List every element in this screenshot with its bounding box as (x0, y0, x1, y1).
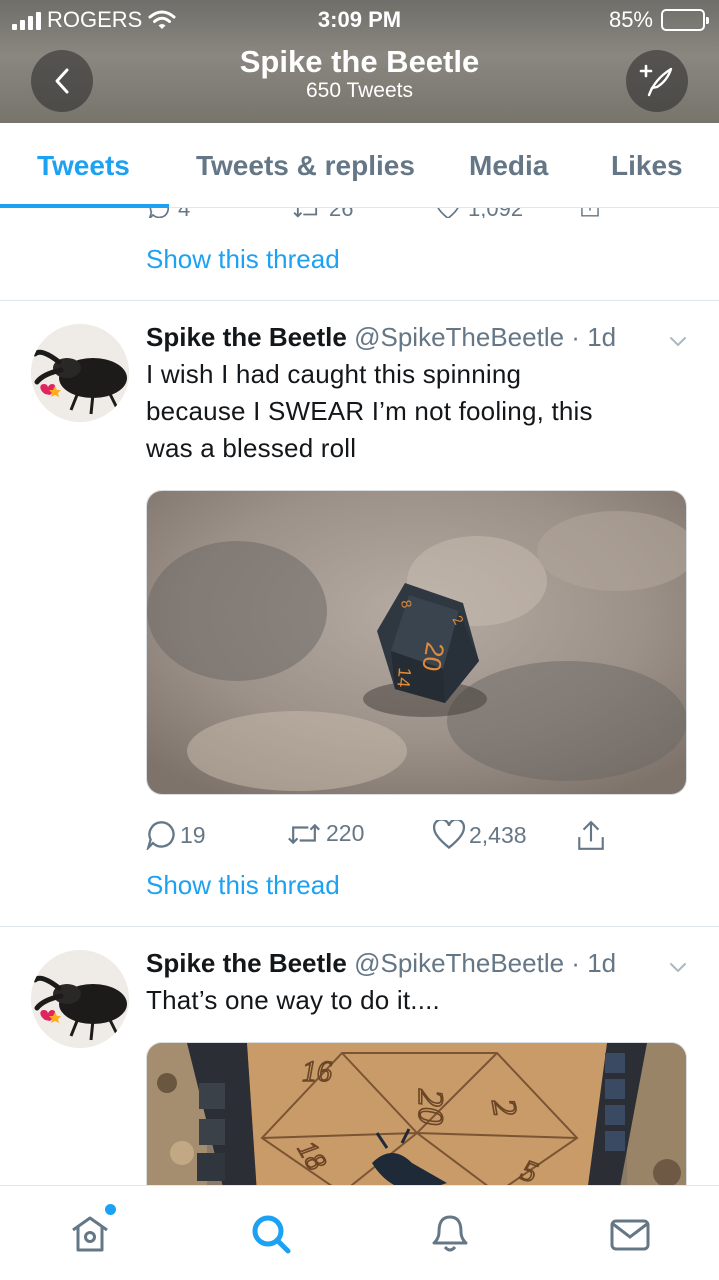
d20-photo: 20 14 8 2 (147, 491, 686, 794)
tweet-time: 1d (587, 322, 617, 352)
tweet-text-line: because I SWEAR I’m not fooling, this (146, 396, 593, 426)
beetle-avatar-image (31, 324, 129, 422)
tweet-text-line: I wish I had caught this spinning (146, 359, 522, 389)
battery-group: 85% (608, 7, 709, 33)
bell-icon (432, 1215, 468, 1252)
mail-icon (610, 1219, 650, 1251)
retweet-icon (293, 208, 318, 218)
author-name[interactable]: Spike the Beetle (146, 322, 347, 352)
show-thread-link[interactable]: Show this thread (146, 244, 340, 275)
compose-tweet-icon (639, 64, 673, 97)
author-name[interactable]: Spike the Beetle (146, 948, 347, 978)
nav-search[interactable] (249, 1212, 293, 1256)
show-thread-link[interactable]: Show this thread (146, 870, 340, 901)
battery-icon (661, 9, 709, 31)
heart-icon (437, 208, 459, 218)
tweet-actions: 19 220 2,438 (146, 820, 626, 854)
time-separator: · (571, 948, 580, 978)
compose-tweet-button[interactable] (626, 50, 688, 112)
retweet-count: 220 (326, 820, 365, 846)
tweet-header: Spike the Beetle @SpikeTheBeetle · 1d (146, 322, 616, 353)
nav-notifications[interactable] (428, 1212, 472, 1256)
dice-board-photo: 16 20 18 2 5 (147, 1043, 686, 1185)
chevron-down-icon[interactable] (667, 956, 689, 978)
like-count: 1,092 (468, 208, 523, 218)
avatar[interactable] (31, 324, 129, 422)
retweet-action[interactable]: 26 (291, 208, 353, 218)
profile-name: Spike the Beetle (239, 44, 480, 79)
chevron-down-icon[interactable] (667, 330, 689, 352)
retweet-count: 26 (329, 208, 353, 218)
die-face-number: 14 (393, 667, 415, 689)
profile-tabs: Tweets Tweets & replies Media Likes (0, 123, 719, 208)
author-handle[interactable]: @SpikeTheBeetle (354, 948, 564, 978)
retweet-action[interactable]: 220 (286, 820, 364, 847)
search-icon (252, 1215, 291, 1254)
reply-icon (148, 208, 170, 218)
profile-header: ROGERS 3:09 PM 85% Spike the Beetle 650 … (0, 0, 719, 123)
tweet-divider (0, 926, 719, 927)
reply-count: 4 (178, 208, 190, 218)
tab-likes[interactable]: Likes (611, 150, 683, 182)
share-action[interactable] (576, 820, 606, 852)
nav-home[interactable] (68, 1204, 116, 1256)
tweet-header: Spike the Beetle @SpikeTheBeetle · 1d (146, 948, 616, 979)
reply-icon (146, 821, 175, 850)
like-count: 2,438 (469, 821, 527, 848)
share-action[interactable] (576, 208, 604, 218)
board-number: 20 (411, 1089, 451, 1125)
nav-messages[interactable] (608, 1212, 652, 1256)
previous-tweet-actions: 4 26 1,092 (146, 208, 626, 218)
tweet-text-line: That’s one way to do it.... (146, 985, 440, 1015)
tweet-text: That’s one way to do it.... (146, 982, 686, 1019)
reply-action[interactable]: 19 (146, 820, 206, 850)
tab-tweets-and-replies[interactable]: Tweets & replies (196, 150, 415, 182)
battery-percent: 85% (608, 7, 653, 32)
tweet-divider (0, 300, 719, 301)
home-icon (72, 1216, 108, 1252)
die-face-number: 20 (416, 640, 451, 674)
bottom-tab-bar (0, 1185, 719, 1280)
tab-tweets[interactable]: Tweets (37, 150, 130, 182)
board-number: 16 (302, 1055, 332, 1088)
beetle-avatar-image (31, 950, 129, 1048)
like-action[interactable]: 1,092 (434, 208, 523, 218)
share-icon (578, 820, 604, 850)
tweet-count: 650 Tweets (305, 79, 414, 102)
tweet-media-image[interactable]: 16 20 18 2 5 (146, 1042, 687, 1185)
reply-count: 19 (180, 821, 206, 848)
like-action[interactable]: 2,438 (433, 820, 527, 850)
tweet-time: 1d (587, 948, 617, 978)
tweet-text: I wish I had caught this spinning becaus… (146, 356, 686, 467)
avatar[interactable] (31, 950, 129, 1048)
tweet-media-image[interactable]: 20 14 8 2 (146, 490, 687, 795)
time-separator: · (571, 322, 580, 352)
heart-icon (433, 820, 465, 850)
author-handle[interactable]: @SpikeTheBeetle (354, 322, 564, 352)
tab-media[interactable]: Media (469, 150, 548, 182)
reply-action[interactable]: 4 (146, 208, 190, 218)
share-icon (581, 208, 599, 217)
status-bar: ROGERS 3:09 PM 85% (0, 0, 719, 40)
tweet-feed[interactable]: 4 26 1,092 Show this thread Spike the Be… (0, 208, 719, 1185)
new-tweets-dot (105, 1204, 116, 1215)
retweet-icon (288, 823, 320, 844)
tweet-text-line: was a blessed roll (146, 433, 357, 463)
